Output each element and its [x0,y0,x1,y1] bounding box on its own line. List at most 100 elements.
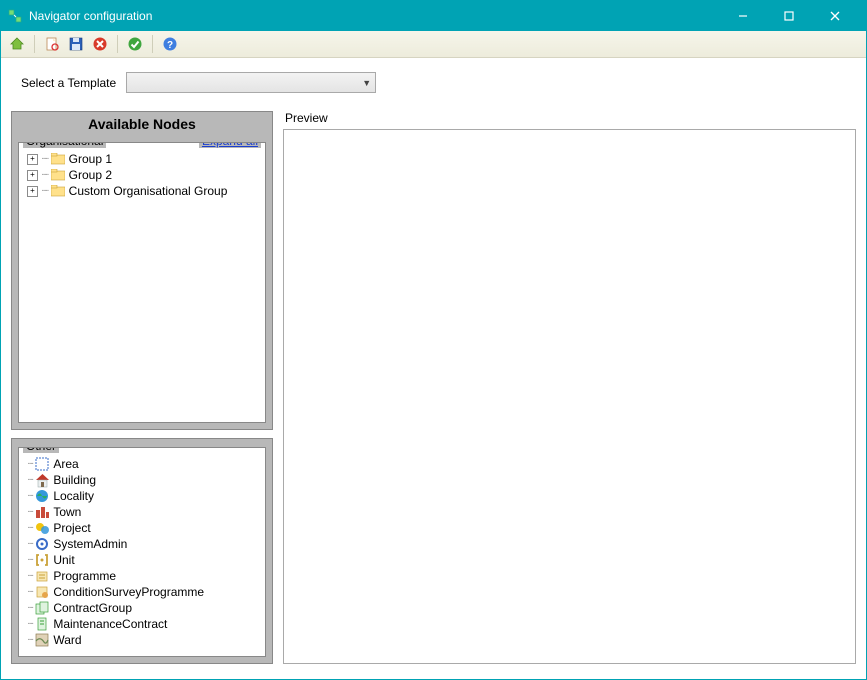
home-icon [9,36,25,52]
tree-node-label: Building [53,472,96,488]
separator [152,35,153,53]
check-icon [127,36,143,52]
survey-icon [34,584,50,600]
window-title: Navigator configuration [29,9,720,23]
tree-connector: ····· [41,151,48,167]
globe-icon [34,488,50,504]
apply-button[interactable] [125,34,145,54]
tree-node-label: Custom Organisational Group [69,183,228,199]
tree-connector: ···· [27,616,32,632]
town-icon [34,504,50,520]
app-icon [7,8,23,24]
tree-node[interactable]: ···· Unit [23,552,261,568]
folder-icon [50,151,66,167]
expand-toggle[interactable]: + [27,170,38,181]
folder-icon [50,167,66,183]
organisational-tree: + ····· Group 1 + ····· Group 2 [23,151,261,199]
tree-connector: ···· [27,504,32,520]
expand-all-link[interactable]: Expand all [199,142,261,148]
tree-node[interactable]: ···· Programme [23,568,261,584]
other-panel: Other ···· Area ···· Buildi [11,438,273,664]
maximize-button[interactable] [766,1,812,31]
tree-connector: ···· [27,568,32,584]
tree-connector: ···· [27,584,32,600]
tree-node[interactable]: + ····· Group 1 [23,151,261,167]
template-label: Select a Template [21,76,116,90]
tree-node[interactable]: ···· ConditionSurveyProgramme [23,584,261,600]
tree-node[interactable]: ···· MaintenanceContract [23,616,261,632]
titlebar: Navigator configuration [1,1,866,31]
save-button[interactable] [66,34,86,54]
organisational-group: Organisational Expand all + ····· Group … [18,142,266,423]
expand-toggle[interactable]: + [27,154,38,165]
area-icon [34,456,50,472]
tree-connector: ···· [27,552,32,568]
tree-connector: ···· [27,456,32,472]
other-label: Other [23,447,59,453]
tree-node[interactable]: ···· ContractGroup [23,600,261,616]
contract-icon [34,616,50,632]
template-row: Select a Template ▼ [1,58,866,103]
available-nodes-panel: Available Nodes Organisational Expand al… [11,111,273,430]
delete-button[interactable] [90,34,110,54]
minimize-button[interactable] [720,1,766,31]
save-icon [68,36,84,52]
preview-label: Preview [285,111,856,125]
svg-text:?: ? [167,40,173,51]
new-button[interactable] [42,34,62,54]
tree-node-label: SystemAdmin [53,536,127,552]
tree-node-label: Unit [53,552,74,568]
tree-connector: ···· [27,520,32,536]
house-icon [34,472,50,488]
tree-connector: ···· [27,632,32,648]
tree-node-label: Town [53,504,81,520]
tree-node-label: Area [53,456,78,472]
template-select[interactable]: ▼ [126,72,376,93]
tree-connector: ···· [27,536,32,552]
chevron-down-icon: ▼ [362,78,371,88]
delete-icon [92,36,108,52]
left-column: Available Nodes Organisational Expand al… [11,111,273,664]
expand-toggle[interactable]: + [27,186,38,197]
separator [117,35,118,53]
tree-node-label: ContractGroup [53,600,132,616]
help-icon: ? [162,36,178,52]
help-button[interactable]: ? [160,34,180,54]
contract-group-icon [34,600,50,616]
tree-node-label: Group 2 [69,167,112,183]
tree-node[interactable]: ···· Locality [23,488,261,504]
unit-icon [34,552,50,568]
project-icon [34,520,50,536]
tree-node[interactable]: ···· Ward [23,632,261,648]
available-nodes-header: Available Nodes [18,114,266,136]
gear-icon [34,536,50,552]
ward-icon [34,632,50,648]
tree-node-label: Group 1 [69,151,112,167]
tree-connector: ····· [41,183,48,199]
tree-node[interactable]: + ····· Group 2 [23,167,261,183]
tree-node-label: Locality [53,488,94,504]
tree-node[interactable]: ···· SystemAdmin [23,536,261,552]
tree-connector: ···· [27,488,32,504]
tree-connector: ···· [27,472,32,488]
preview-pane [283,129,856,664]
tree-node-label: MaintenanceContract [53,616,167,632]
other-group: Other ···· Area ···· Buildi [18,447,266,657]
folder-icon [50,183,66,199]
tree-node[interactable]: ···· Town [23,504,261,520]
other-tree: ···· Area ···· Building ·· [23,456,261,648]
close-button[interactable] [812,1,858,31]
tree-node[interactable]: ···· Area [23,456,261,472]
tree-node[interactable]: ···· Project [23,520,261,536]
home-button[interactable] [7,34,27,54]
new-file-icon [44,36,60,52]
organisational-label: Organisational [23,142,106,148]
tree-node-label: ConditionSurveyProgramme [53,584,204,600]
tree-node-label: Programme [53,568,116,584]
tree-node[interactable]: + ····· Custom Organisational Group [23,183,261,199]
tree-node-label: Ward [53,632,81,648]
main-area: Available Nodes Organisational Expand al… [1,103,866,674]
right-column: Preview [283,111,856,664]
tree-node[interactable]: ···· Building [23,472,261,488]
tree-connector: ····· [41,167,48,183]
